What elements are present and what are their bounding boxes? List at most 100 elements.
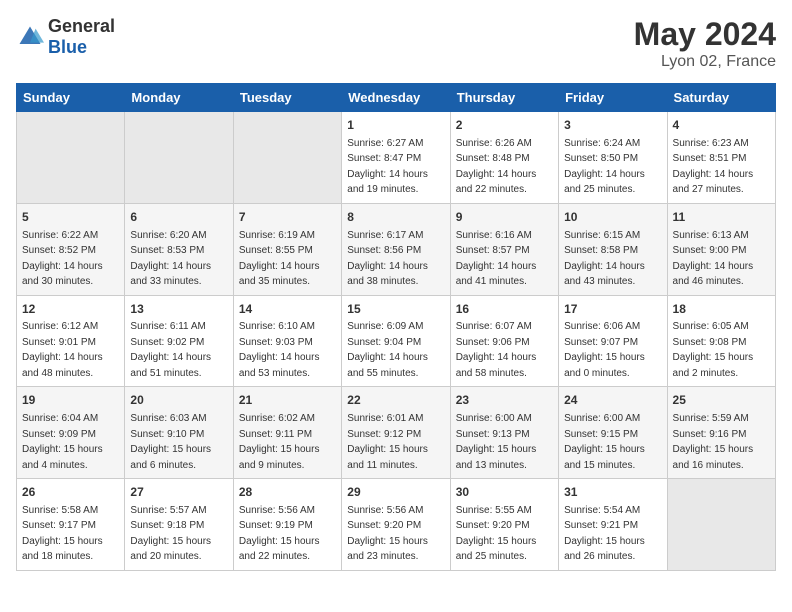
day-cell: 28Sunrise: 5:56 AMSunset: 9:19 PMDayligh… bbox=[233, 479, 341, 571]
day-info: Sunrise: 5:56 AMSunset: 9:20 PMDaylight:… bbox=[347, 505, 428, 563]
day-cell: 6Sunrise: 6:20 AMSunset: 8:53 PMDaylight… bbox=[125, 203, 233, 295]
logo-icon bbox=[16, 23, 44, 51]
day-number: 18 bbox=[673, 301, 770, 318]
day-info: Sunrise: 6:17 AMSunset: 8:56 PMDaylight:… bbox=[347, 230, 428, 288]
day-info: Sunrise: 6:12 AMSunset: 9:01 PMDaylight:… bbox=[22, 321, 103, 379]
day-number: 8 bbox=[347, 209, 444, 226]
day-number: 3 bbox=[564, 117, 661, 134]
day-number: 4 bbox=[673, 117, 770, 134]
day-cell bbox=[125, 112, 233, 204]
week-row-4: 19 Sunrise: 6:04 AMSunset: 9:09 PMDayligh… bbox=[17, 387, 776, 479]
day-number: 31 bbox=[564, 484, 661, 501]
day-number: 23 bbox=[456, 392, 553, 409]
day-cell: 5 Sunrise: 6:22 AMSunset: 8:52 PMDaylight… bbox=[17, 203, 125, 295]
day-cell bbox=[233, 112, 341, 204]
day-cell: 8 Sunrise: 6:17 AMSunset: 8:56 PMDaylight… bbox=[342, 203, 450, 295]
week-row-5: 26 Sunrise: 5:58 AMSunset: 9:17 PMDayligh… bbox=[17, 479, 776, 571]
day-info: Sunrise: 6:06 AMSunset: 9:07 PMDaylight:… bbox=[564, 321, 645, 379]
logo-general: General bbox=[48, 16, 115, 36]
day-info: Sunrise: 6:19 AMSunset: 8:55 PMDaylight:… bbox=[239, 230, 320, 288]
day-info: Sunrise: 6:00 AMSunset: 9:15 PMDaylight:… bbox=[564, 413, 645, 471]
day-cell: 2 Sunrise: 6:26 AMSunset: 8:48 PMDaylight… bbox=[450, 112, 558, 204]
day-cell: 21Sunrise: 6:02 AMSunset: 9:11 PMDayligh… bbox=[233, 387, 341, 479]
day-cell: 14Sunrise: 6:10 AMSunset: 9:03 PMDayligh… bbox=[233, 295, 341, 387]
day-cell: 13Sunrise: 6:11 AMSunset: 9:02 PMDayligh… bbox=[125, 295, 233, 387]
day-cell: 24 Sunrise: 6:00 AMSunset: 9:15 PMDayligh… bbox=[559, 387, 667, 479]
day-info: Sunrise: 6:03 AMSunset: 9:10 PMDaylight:… bbox=[130, 413, 211, 471]
day-number: 29 bbox=[347, 484, 444, 501]
day-number: 9 bbox=[456, 209, 553, 226]
day-number: 15 bbox=[347, 301, 444, 318]
day-info: Sunrise: 5:59 AMSunset: 9:16 PMDaylight:… bbox=[673, 413, 754, 471]
day-number: 19 bbox=[22, 392, 119, 409]
location-title: Lyon 02, France bbox=[634, 53, 776, 71]
day-cell: 27 Sunrise: 5:57 AMSunset: 9:18 PMDayligh… bbox=[125, 479, 233, 571]
day-number: 30 bbox=[456, 484, 553, 501]
week-row-2: 5 Sunrise: 6:22 AMSunset: 8:52 PMDaylight… bbox=[17, 203, 776, 295]
day-number: 13 bbox=[130, 301, 227, 318]
day-cell: 31 Sunrise: 5:54 AMSunset: 9:21 PMDayligh… bbox=[559, 479, 667, 571]
day-cell: 11 Sunrise: 6:13 AMSunset: 9:00 PMDayligh… bbox=[667, 203, 775, 295]
logo: General Blue bbox=[16, 16, 115, 58]
day-info: Sunrise: 5:58 AMSunset: 9:17 PMDaylight:… bbox=[22, 505, 103, 563]
day-cell: 9 Sunrise: 6:16 AMSunset: 8:57 PMDaylight… bbox=[450, 203, 558, 295]
day-cell: 19 Sunrise: 6:04 AMSunset: 9:09 PMDayligh… bbox=[17, 387, 125, 479]
day-number: 22 bbox=[347, 392, 444, 409]
day-info: Sunrise: 5:54 AMSunset: 9:21 PMDaylight:… bbox=[564, 505, 645, 563]
day-cell: 18 Sunrise: 6:05 AMSunset: 9:08 PMDayligh… bbox=[667, 295, 775, 387]
header-cell-monday: Monday bbox=[125, 84, 233, 112]
day-number: 14 bbox=[239, 301, 336, 318]
day-number: 16 bbox=[456, 301, 553, 318]
week-row-1: 1Sunrise: 6:27 AMSunset: 8:47 PMDaylight… bbox=[17, 112, 776, 204]
day-info: Sunrise: 6:20 AMSunset: 8:53 PMDaylight:… bbox=[130, 230, 211, 288]
day-number: 27 bbox=[130, 484, 227, 501]
day-number: 5 bbox=[22, 209, 119, 226]
day-cell: 3 Sunrise: 6:24 AMSunset: 8:50 PMDaylight… bbox=[559, 112, 667, 204]
day-cell: 29 Sunrise: 5:56 AMSunset: 9:20 PMDayligh… bbox=[342, 479, 450, 571]
day-number: 1 bbox=[347, 117, 444, 134]
day-cell: 15Sunrise: 6:09 AMSunset: 9:04 PMDayligh… bbox=[342, 295, 450, 387]
day-cell: 25 Sunrise: 5:59 AMSunset: 9:16 PMDayligh… bbox=[667, 387, 775, 479]
logo-text: General Blue bbox=[48, 16, 115, 58]
day-cell bbox=[17, 112, 125, 204]
title-area: May 2024 Lyon 02, France bbox=[634, 16, 776, 71]
day-cell: 17 Sunrise: 6:06 AMSunset: 9:07 PMDayligh… bbox=[559, 295, 667, 387]
day-info: Sunrise: 6:00 AMSunset: 9:13 PMDaylight:… bbox=[456, 413, 537, 471]
day-number: 7 bbox=[239, 209, 336, 226]
week-row-3: 12Sunrise: 6:12 AMSunset: 9:01 PMDayligh… bbox=[17, 295, 776, 387]
header-cell-sunday: Sunday bbox=[17, 84, 125, 112]
day-cell: 4 Sunrise: 6:23 AMSunset: 8:51 PMDaylight… bbox=[667, 112, 775, 204]
day-info: Sunrise: 6:04 AMSunset: 9:09 PMDaylight:… bbox=[22, 413, 103, 471]
day-info: Sunrise: 6:13 AMSunset: 9:00 PMDaylight:… bbox=[673, 230, 754, 288]
day-number: 26 bbox=[22, 484, 119, 501]
day-info: Sunrise: 6:22 AMSunset: 8:52 PMDaylight:… bbox=[22, 230, 103, 288]
day-info: Sunrise: 6:26 AMSunset: 8:48 PMDaylight:… bbox=[456, 138, 537, 196]
day-info: Sunrise: 6:16 AMSunset: 8:57 PMDaylight:… bbox=[456, 230, 537, 288]
day-info: Sunrise: 6:05 AMSunset: 9:08 PMDaylight:… bbox=[673, 321, 754, 379]
day-cell: 26 Sunrise: 5:58 AMSunset: 9:17 PMDayligh… bbox=[17, 479, 125, 571]
day-number: 11 bbox=[673, 209, 770, 226]
day-info: Sunrise: 6:24 AMSunset: 8:50 PMDaylight:… bbox=[564, 138, 645, 196]
day-number: 2 bbox=[456, 117, 553, 134]
day-cell: 30Sunrise: 5:55 AMSunset: 9:20 PMDayligh… bbox=[450, 479, 558, 571]
header-cell-tuesday: Tuesday bbox=[233, 84, 341, 112]
month-title: May 2024 bbox=[634, 16, 776, 53]
day-info: Sunrise: 6:23 AMSunset: 8:51 PMDaylight:… bbox=[673, 138, 754, 196]
day-number: 24 bbox=[564, 392, 661, 409]
day-info: Sunrise: 5:57 AMSunset: 9:18 PMDaylight:… bbox=[130, 505, 211, 563]
day-cell bbox=[667, 479, 775, 571]
header-cell-saturday: Saturday bbox=[667, 84, 775, 112]
calendar-table: SundayMondayTuesdayWednesdayThursdayFrid… bbox=[16, 83, 776, 571]
day-info: Sunrise: 6:01 AMSunset: 9:12 PMDaylight:… bbox=[347, 413, 428, 471]
day-cell: 20 Sunrise: 6:03 AMSunset: 9:10 PMDayligh… bbox=[125, 387, 233, 479]
day-number: 25 bbox=[673, 392, 770, 409]
day-number: 28 bbox=[239, 484, 336, 501]
header-cell-wednesday: Wednesday bbox=[342, 84, 450, 112]
day-number: 21 bbox=[239, 392, 336, 409]
day-number: 20 bbox=[130, 392, 227, 409]
day-number: 17 bbox=[564, 301, 661, 318]
day-cell: 16Sunrise: 6:07 AMSunset: 9:06 PMDayligh… bbox=[450, 295, 558, 387]
day-cell: 23 Sunrise: 6:00 AMSunset: 9:13 PMDayligh… bbox=[450, 387, 558, 479]
day-cell: 22 Sunrise: 6:01 AMSunset: 9:12 PMDayligh… bbox=[342, 387, 450, 479]
header-row: SundayMondayTuesdayWednesdayThursdayFrid… bbox=[17, 84, 776, 112]
